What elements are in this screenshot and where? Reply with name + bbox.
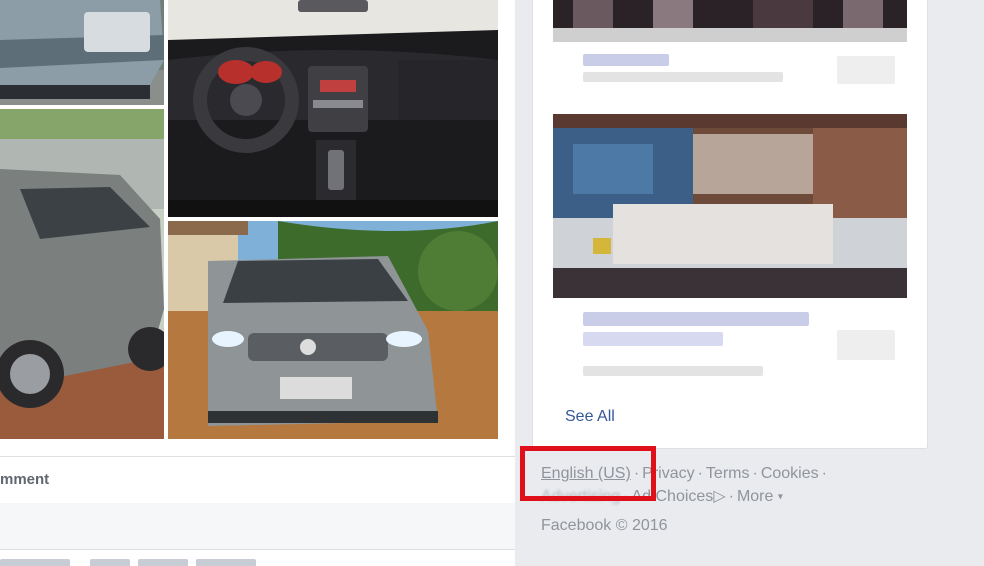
sponsored-card: See All — [532, 0, 928, 449]
post-photo-car-side[interactable] — [0, 109, 164, 439]
ad-like-button-blurred-1[interactable] — [837, 56, 895, 84]
terms-link[interactable]: Terms — [706, 465, 750, 482]
comment-input-area[interactable] — [0, 503, 515, 550]
car-interior-illustration — [168, 0, 498, 217]
see-all-link[interactable]: See All — [565, 408, 615, 426]
post-photo-car-street[interactable] — [168, 221, 498, 439]
copyright-text: Facebook © 2016 — [541, 517, 668, 534]
car-front-illustration — [0, 0, 164, 105]
news-feed-post: mment — [0, 0, 515, 566]
red-highlight-box — [520, 446, 656, 501]
post-action-bar: mment — [0, 456, 515, 504]
comment-button[interactable]: mment — [0, 471, 49, 488]
more-link[interactable]: More — [737, 488, 773, 505]
ad-choices-icon: ▷ — [713, 488, 726, 505]
blurred-comment-text — [0, 553, 515, 566]
caret-down-icon[interactable]: ▾ — [778, 491, 783, 502]
sponsored-ad-image-1[interactable] — [553, 0, 907, 42]
ad-subtitle-blurred-2 — [583, 366, 763, 376]
car-side-illustration — [0, 109, 164, 439]
pixelated-ad-image-1 — [553, 0, 907, 42]
ad-title-blurred-2b[interactable] — [583, 332, 723, 346]
sponsored-ad-image-2[interactable] — [553, 114, 907, 298]
post-photo-car-front-partial[interactable] — [0, 0, 164, 105]
car-street-illustration — [168, 221, 498, 439]
cookies-link[interactable]: Cookies — [761, 465, 819, 482]
ad-subtitle-blurred-1 — [583, 72, 783, 82]
ad-title-blurred-2[interactable] — [583, 312, 809, 326]
ad-title-blurred-1[interactable] — [583, 54, 669, 66]
ad-like-button-blurred-2[interactable] — [837, 330, 895, 360]
pixelated-ad-image-2 — [553, 114, 907, 298]
post-photo-car-interior[interactable] — [168, 0, 498, 217]
